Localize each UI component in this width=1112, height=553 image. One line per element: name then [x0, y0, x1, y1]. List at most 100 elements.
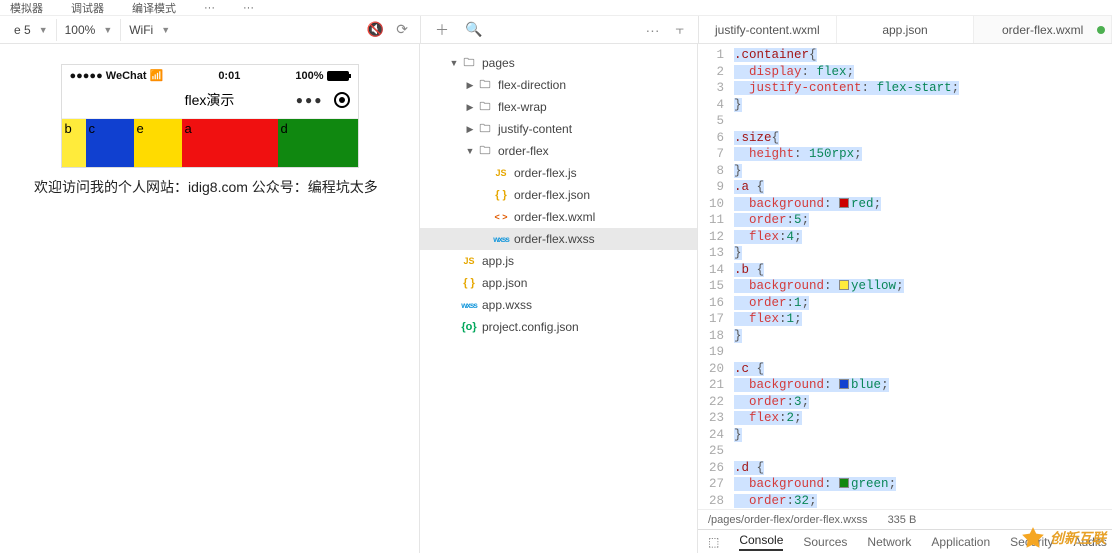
- tree-item[interactable]: < >order-flex.wxml: [420, 206, 697, 228]
- code-line[interactable]: 12 flex:4;: [698, 229, 1112, 246]
- config-icon: {o}: [460, 321, 478, 333]
- tree-item[interactable]: wxssorder-flex.wxss: [420, 228, 697, 250]
- code-line[interactable]: 8}: [698, 163, 1112, 180]
- network-select[interactable]: WiFi▼: [121, 19, 178, 41]
- flex-demo-row: bcead: [62, 119, 358, 167]
- dirty-indicator-icon: [1097, 26, 1105, 34]
- code-line[interactable]: 17 flex:1;: [698, 311, 1112, 328]
- devtools-tab[interactable]: Sources: [803, 535, 847, 549]
- rotate-icon[interactable]: ⟳: [396, 21, 408, 38]
- flex-block: b: [62, 119, 86, 167]
- simulator-panel: ●●●●● WeChat 📶 0:01 100% flex演示 ●●● bcea…: [0, 44, 420, 553]
- editor-tab[interactable]: app.json: [837, 16, 975, 43]
- code-line[interactable]: 25: [698, 443, 1112, 460]
- editor-tabs: justify-content.wxml app.json order-flex.w…: [698, 16, 1112, 43]
- editor-tab[interactable]: order-flex.wxml: [974, 16, 1112, 43]
- menu-item[interactable]: ···: [243, 2, 254, 14]
- code-line[interactable]: 3 justify-content: flex-start;: [698, 80, 1112, 97]
- code-line[interactable]: 20.c {: [698, 361, 1112, 378]
- tree-item[interactable]: {o}project.config.json: [420, 316, 697, 338]
- line-number: 8: [698, 163, 734, 180]
- line-number: 15: [698, 278, 734, 295]
- line-number: 13: [698, 245, 734, 262]
- devtools-tab[interactable]: Network: [867, 535, 911, 549]
- twist-icon[interactable]: ▶: [464, 80, 476, 91]
- twist-icon[interactable]: ▼: [464, 146, 476, 156]
- tree-item[interactable]: ▶🗀flex-direction: [420, 74, 697, 96]
- code-line[interactable]: 27 background: green;: [698, 476, 1112, 493]
- line-number: 20: [698, 361, 734, 378]
- code-line[interactable]: 4}: [698, 97, 1112, 114]
- code-line[interactable]: 2 display: flex;: [698, 64, 1112, 81]
- code-line[interactable]: 14.b {: [698, 262, 1112, 279]
- code-line[interactable]: 5: [698, 113, 1112, 130]
- tree-label: pages: [482, 56, 515, 70]
- code-line[interactable]: 15 background: yellow;: [698, 278, 1112, 295]
- twist-icon[interactable]: ▶: [464, 124, 476, 135]
- line-number: 12: [698, 229, 734, 246]
- devtools-tab[interactable]: Application: [931, 535, 990, 549]
- flex-block: d: [278, 119, 358, 167]
- mute-icon[interactable]: 🔇: [367, 21, 384, 38]
- code-line[interactable]: 23 flex:2;: [698, 410, 1112, 427]
- devtools-tab[interactable]: Security: [1010, 535, 1053, 549]
- menu-item[interactable]: 调试器: [71, 0, 104, 16]
- line-number: 5: [698, 113, 734, 130]
- tab-label: app.json: [882, 23, 927, 37]
- line-number: 2: [698, 64, 734, 81]
- twist-icon[interactable]: ▶: [464, 102, 476, 113]
- more-icon[interactable]: ···: [646, 22, 660, 38]
- tree-item[interactable]: ▶🗀flex-wrap: [420, 96, 697, 118]
- welcome-text: 欢迎访问我的个人网站：idig8.com 公众号：编程坑太多: [34, 168, 385, 208]
- tree-item[interactable]: { }order-flex.json: [420, 184, 697, 206]
- js-icon: JS: [492, 168, 510, 178]
- tree-item[interactable]: { }app.json: [420, 272, 697, 294]
- code-line[interactable]: 10 background: red;: [698, 196, 1112, 213]
- code-area[interactable]: 1.container{2 display: flex;3 justify-co…: [698, 44, 1112, 509]
- code-editor: 1.container{2 display: flex;3 justify-co…: [698, 44, 1112, 553]
- zoom-select[interactable]: 100%▼: [57, 19, 122, 41]
- menu-item[interactable]: 模拟器: [10, 0, 43, 16]
- chevron-down-icon: ▼: [103, 25, 112, 35]
- code-line[interactable]: 28 order:32;: [698, 493, 1112, 510]
- tree-item[interactable]: ▼🗀order-flex: [420, 140, 697, 162]
- split-icon[interactable]: ⫟: [676, 21, 684, 38]
- code-line[interactable]: 9.a {: [698, 179, 1112, 196]
- devtools-tab[interactable]: Audits: [1074, 535, 1107, 549]
- code-line[interactable]: 11 order:5;: [698, 212, 1112, 229]
- code-line[interactable]: 13}: [698, 245, 1112, 262]
- code-line[interactable]: 22 order:3;: [698, 394, 1112, 411]
- code-line[interactable]: 19: [698, 344, 1112, 361]
- tree-item[interactable]: JSapp.js: [420, 250, 697, 272]
- code-line[interactable]: 18}: [698, 328, 1112, 345]
- editor-tab[interactable]: justify-content.wxml: [699, 16, 837, 43]
- new-tab-button[interactable]: ＋: [435, 20, 449, 40]
- capsule-close-icon[interactable]: [334, 92, 350, 108]
- tree-item[interactable]: wxssapp.wxss: [420, 294, 697, 316]
- toolbar: e 5▼ 100%▼ WiFi▼ 🔇 ⟳ ＋ 🔍 ··· ⫟ justify-c…: [0, 16, 1112, 44]
- chevron-down-icon: ▼: [39, 25, 48, 35]
- code-line[interactable]: 24}: [698, 427, 1112, 444]
- device-select[interactable]: e 5▼: [6, 19, 57, 41]
- code-line[interactable]: 6.size{: [698, 130, 1112, 147]
- code-line[interactable]: 26.d {: [698, 460, 1112, 477]
- tab-label: order-flex.wxml: [1002, 23, 1083, 37]
- line-number: 26: [698, 460, 734, 477]
- code-line[interactable]: 1.container{: [698, 47, 1112, 64]
- tree-item[interactable]: JSorder-flex.js: [420, 162, 697, 184]
- code-line[interactable]: 7 height: 150rpx;: [698, 146, 1112, 163]
- devtools-tab[interactable]: Console: [739, 533, 783, 551]
- page-title: flex演示: [185, 90, 235, 110]
- tree-item[interactable]: ▼🗀pages: [420, 52, 697, 74]
- menu-item[interactable]: 编译模式: [132, 0, 176, 16]
- capsule-menu-icon[interactable]: ●●●: [296, 93, 324, 107]
- file-tree[interactable]: ▼🗀pages▶🗀flex-direction▶🗀flex-wrap▶🗀just…: [420, 44, 698, 553]
- search-icon[interactable]: 🔍: [465, 21, 482, 38]
- code-line[interactable]: 16 order:1;: [698, 295, 1112, 312]
- json-icon: { }: [492, 189, 510, 201]
- code-line[interactable]: 21 background: blue;: [698, 377, 1112, 394]
- twist-icon[interactable]: ▼: [448, 58, 460, 68]
- tree-item[interactable]: ▶🗀justify-content: [420, 118, 697, 140]
- menu-item[interactable]: ···: [204, 2, 215, 14]
- inspect-icon[interactable]: ⬚: [708, 535, 719, 549]
